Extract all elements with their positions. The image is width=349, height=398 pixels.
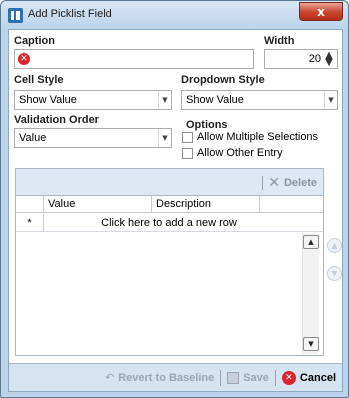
column-header-value[interactable]: Value <box>44 196 152 213</box>
error-icon: ✕ <box>18 53 30 65</box>
new-row[interactable]: * Click here to add a new row <box>16 214 323 232</box>
close-icon: x <box>317 4 325 19</box>
column-header-filler <box>260 196 323 213</box>
cell-style-label: Cell Style <box>14 74 64 86</box>
vertical-scrollbar[interactable]: ▲ ▼ <box>302 233 319 354</box>
caption-label: Caption <box>14 35 55 47</box>
title-bar[interactable]: Add Picklist Field x <box>1 1 348 29</box>
window-title: Add Picklist Field <box>28 8 112 20</box>
caption-input[interactable]: ✕ <box>14 49 254 69</box>
validation-order-dropdown[interactable]: Value ▼ <box>14 128 172 148</box>
validation-order-value: Value <box>19 132 47 144</box>
cancel-button[interactable]: ✕ Cancel <box>281 370 336 385</box>
x-icon: ✕ <box>268 175 280 191</box>
allow-multiple-label: Allow Multiple Selections <box>197 131 319 143</box>
dropdown-style-dropdown[interactable]: Show Value ▼ <box>181 90 338 110</box>
column-header-description[interactable]: Description <box>152 196 260 213</box>
footer-separator <box>274 369 276 386</box>
revert-label: Revert to Baseline <box>118 371 215 384</box>
row-header-cell <box>16 196 44 213</box>
grid-header: Value Description <box>16 196 323 213</box>
floppy-disk-icon <box>227 371 240 384</box>
width-label: Width <box>264 35 295 47</box>
width-spinner[interactable]: 20 ▲ ▼ <box>264 49 338 69</box>
cancel-icon: ✕ <box>281 370 296 385</box>
spinner-arrows-icon[interactable]: ▲ ▼ <box>324 51 334 68</box>
delete-button[interactable]: ✕ Delete <box>262 175 317 191</box>
footer-separator <box>220 369 222 386</box>
chevron-down-icon[interactable]: ▼ <box>158 129 171 147</box>
chevron-down-icon[interactable]: ▼ <box>324 91 337 109</box>
revert-arrow-icon: ↶ <box>105 371 115 384</box>
dropdown-style-value: Show Value <box>186 94 244 106</box>
allow-multiple-checkbox[interactable]: Allow Multiple Selections <box>182 131 318 143</box>
toolbar-separator <box>262 176 264 190</box>
checkbox-box[interactable] <box>182 147 193 159</box>
options-label: Options <box>186 119 228 131</box>
revert-button[interactable]: ↶ Revert to Baseline <box>105 371 214 384</box>
scroll-down-icon[interactable]: ▼ <box>303 337 319 351</box>
save-label: Save <box>243 371 269 384</box>
cell-style-value: Show Value <box>19 94 77 106</box>
cell-style-dropdown[interactable]: Show Value ▼ <box>14 90 172 110</box>
dialog-footer: ↶ Revert to Baseline Save ✕ Cancel <box>9 363 342 391</box>
delete-label: Delete <box>283 177 317 189</box>
checkbox-box[interactable] <box>182 131 193 143</box>
cancel-label: Cancel <box>299 371 336 384</box>
save-button[interactable]: Save <box>227 371 269 384</box>
move-up-icon[interactable]: ▲ <box>327 238 342 253</box>
validation-order-label: Validation Order <box>14 114 99 126</box>
scroll-up-icon[interactable]: ▲ <box>303 235 319 249</box>
new-row-prompt[interactable]: Click here to add a new row <box>44 214 294 232</box>
dialog-content: Caption ✕ Width 20 ▲ ▼ Cell Style Show Va… <box>8 29 343 392</box>
allow-other-label: Allow Other Entry <box>197 147 283 159</box>
picklist-icon <box>8 8 23 23</box>
new-row-indicator: * <box>16 214 44 232</box>
values-grid[interactable]: Value Description * Click here to add a … <box>16 195 323 355</box>
allow-other-checkbox[interactable]: Allow Other Entry <box>182 147 283 159</box>
dropdown-style-label: Dropdown Style <box>181 74 265 86</box>
close-button[interactable]: x <box>299 2 343 21</box>
picklist-values-panel: ✕ Delete Value Description * Click here … <box>15 168 324 356</box>
move-down-icon[interactable]: ▼ <box>327 266 342 281</box>
width-value: 20 <box>308 53 321 65</box>
dialog-window: Add Picklist Field x Caption ✕ Width 20 … <box>0 0 349 398</box>
chevron-down-icon[interactable]: ▼ <box>158 91 171 109</box>
